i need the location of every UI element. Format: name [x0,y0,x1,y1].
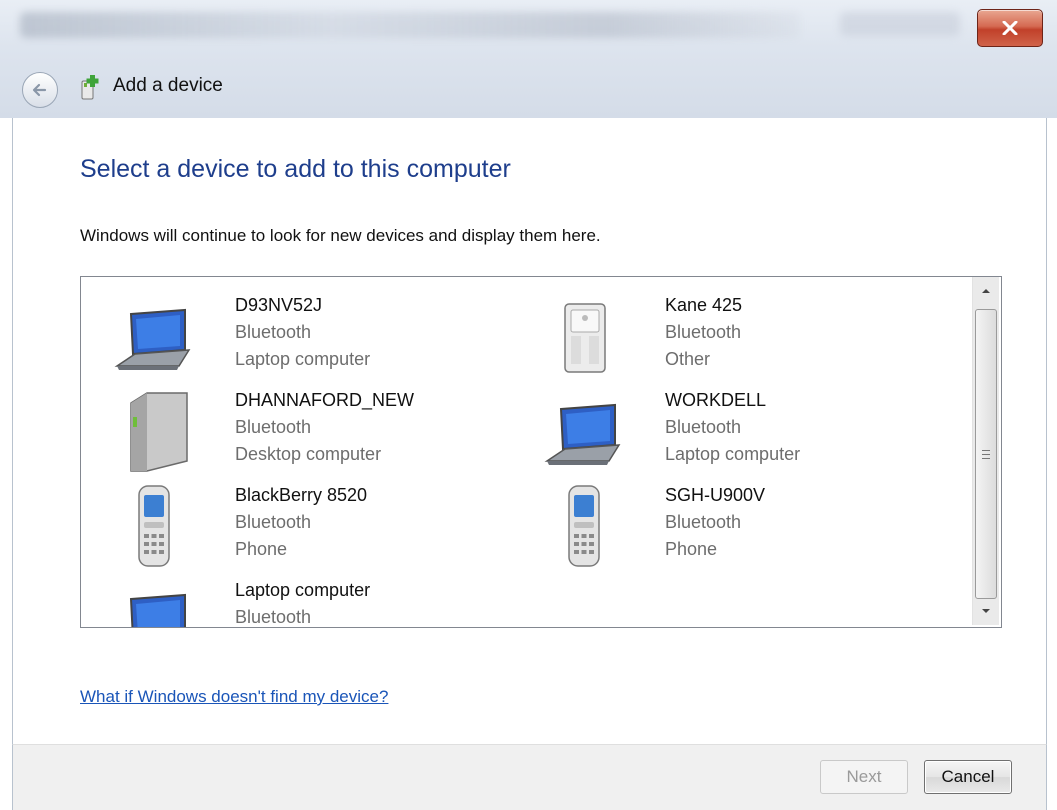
device-item[interactable]: DHANNAFORD_NEW Bluetooth Desktop compute… [113,387,513,477]
device-item[interactable]: SGH-U900V Bluetooth Phone [543,482,943,572]
laptop-icon [113,577,203,627]
title-bar [0,0,1057,118]
device-item[interactable]: Laptop computer Bluetooth [113,577,513,627]
scroll-down-button[interactable] [973,597,999,625]
desktop-tower-icon [113,387,203,477]
device-item[interactable]: BlackBerry 8520 Bluetooth Phone [113,482,513,572]
device-connection: Bluetooth [665,417,742,437]
cancel-button[interactable]: Cancel [924,760,1012,794]
device-type: Desktop computer [235,444,382,464]
close-button[interactable] [977,9,1043,47]
next-button[interactable]: Next [820,760,908,794]
device-item[interactable]: D93NV52J Bluetooth Laptop computer [113,292,513,382]
device-type: Other [665,349,711,369]
device-item[interactable]: WORKDELL Bluetooth Laptop computer [543,387,943,477]
back-button[interactable] [22,72,58,108]
instruction-text: Windows will continue to look for new de… [80,226,601,245]
device-type: Laptop computer [235,349,371,369]
address-bar[interactable] [20,12,800,38]
device-connection: Bluetooth [235,417,312,437]
device-list[interactable]: D93NV52J Bluetooth Laptop computer Kane … [80,276,1002,628]
device-name: WORKDELL [665,390,767,410]
device-connection: Bluetooth [235,322,312,342]
device-name: SGH-U900V [665,485,766,505]
phone-icon [543,482,633,572]
device-name: Laptop computer [235,580,371,600]
add-device-icon [81,75,99,100]
device-connection: Bluetooth [235,607,312,627]
scroll-thumb[interactable] [975,309,997,599]
device-tower-icon [543,292,633,382]
device-name: Kane 425 [665,295,743,315]
device-connection: Bluetooth [665,512,742,532]
grip-icon [982,449,990,459]
chevron-up-icon [982,289,990,293]
device-connection: Bluetooth [235,512,312,532]
laptop-icon [113,292,203,382]
close-icon [1002,21,1018,35]
window-title: Add a device [113,75,223,96]
vertical-scrollbar[interactable] [972,277,999,625]
device-item[interactable]: Kane 425 Bluetooth Other [543,292,943,382]
chevron-down-icon [982,609,990,613]
back-arrow-icon [32,83,47,97]
page-heading: Select a device to add to this computer [80,155,511,183]
device-name: DHANNAFORD_NEW [235,390,415,410]
device-connection: Bluetooth [665,322,742,342]
device-type: Phone [235,539,288,559]
help-link[interactable]: What if Windows doesn't find my device? [80,687,388,707]
scroll-up-button[interactable] [973,277,999,305]
search-box[interactable] [840,12,960,36]
laptop-icon [543,387,633,477]
phone-icon [113,482,203,572]
device-name: D93NV52J [235,295,323,315]
device-name: BlackBerry 8520 [235,485,368,505]
device-type: Laptop computer [665,444,801,464]
device-type: Phone [665,539,718,559]
